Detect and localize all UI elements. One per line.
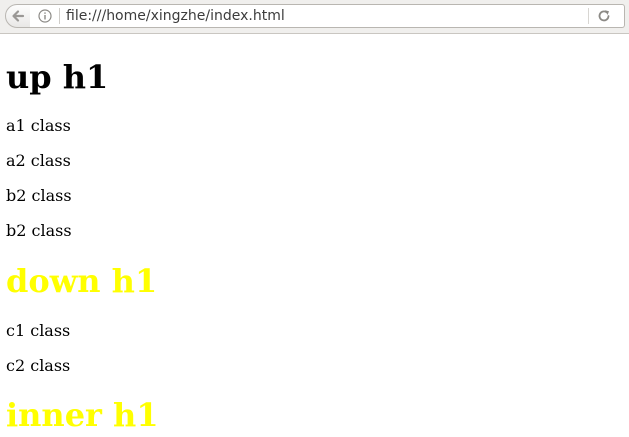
browser-toolbar: file:///home/xingzhe/index.html	[0, 0, 629, 34]
back-arrow-icon	[12, 10, 25, 22]
info-icon[interactable]	[38, 9, 52, 23]
url-separator	[59, 8, 60, 24]
heading-down: down h1	[6, 262, 158, 300]
reload-separator	[588, 8, 589, 24]
paragraph-b2-first: b2 class	[6, 186, 72, 205]
address-bar[interactable]: file:///home/xingzhe/index.html	[30, 4, 625, 28]
back-button[interactable]	[5, 4, 31, 28]
heading-inner: inner h1	[6, 396, 159, 434]
paragraph-c1: c1 class	[6, 321, 71, 340]
page-content: up h1 a1 class a2 class b2 class b2 clas…	[0, 34, 629, 437]
paragraph-a1: a1 class	[6, 116, 71, 135]
paragraph-c2: c2 class	[6, 356, 71, 375]
paragraph-a2: a2 class	[6, 151, 71, 170]
paragraph-b2-second: b2 class	[6, 221, 72, 240]
reload-icon[interactable]	[596, 8, 612, 24]
url-text[interactable]: file:///home/xingzhe/index.html	[66, 7, 285, 25]
heading-up: up h1	[6, 58, 109, 96]
